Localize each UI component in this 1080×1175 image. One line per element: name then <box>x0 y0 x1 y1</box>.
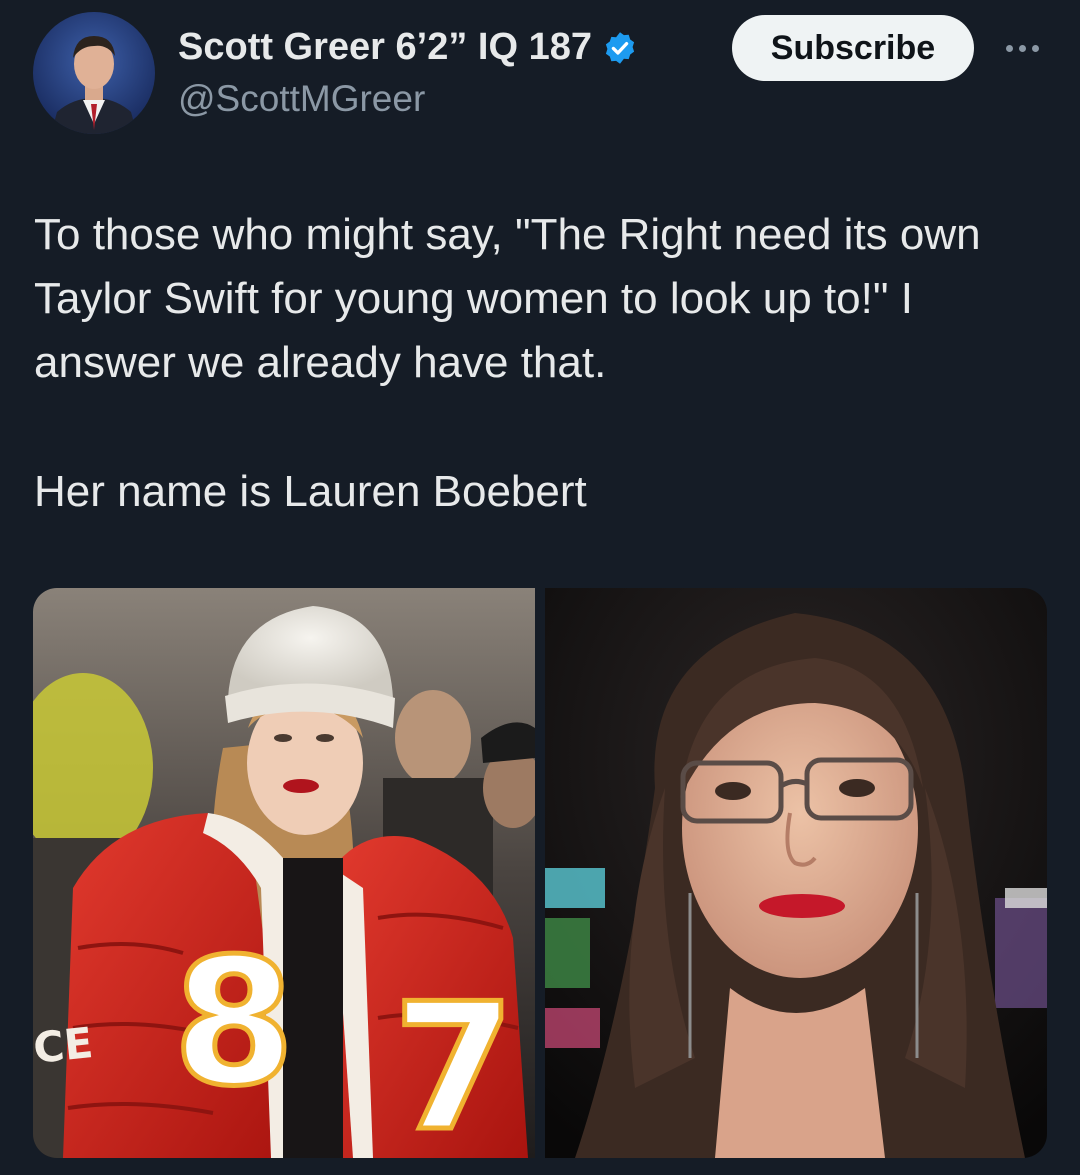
tweet-card: Scott Greer 6’2” IQ 187 @ScottMGreer Sub… <box>0 0 1080 1175</box>
media-grid: 8 7 CE <box>33 588 1047 1158</box>
more-options-button[interactable] <box>996 30 1048 66</box>
tweet-text-second-paragraph: Her name is Lauren Boebert <box>34 467 587 516</box>
jacket-number-right: 7 <box>393 967 515 1158</box>
photo-left[interactable]: 8 7 CE <box>33 588 535 1158</box>
tweet-text: To those who might say, "The Right need … <box>34 210 981 387</box>
subscribe-button[interactable]: Subscribe <box>732 15 974 81</box>
author-handle[interactable]: @ScottMGreer <box>178 78 425 120</box>
author-avatar[interactable] <box>33 12 155 134</box>
photo-right-image <box>545 588 1047 1158</box>
jacket-number-left: 8 <box>173 922 295 1125</box>
author-name-row: Scott Greer 6’2” IQ 187 <box>178 26 638 69</box>
avatar-image <box>33 12 155 134</box>
more-horizontal-icon <box>1005 44 1013 52</box>
sleeve-text: CE <box>33 1018 95 1073</box>
author-display-name[interactable]: Scott Greer 6’2” IQ 187 <box>178 26 592 69</box>
verified-badge-icon <box>605 31 635 64</box>
photo-right[interactable] <box>545 588 1047 1158</box>
photo-left-image: 8 7 CE <box>33 588 535 1158</box>
